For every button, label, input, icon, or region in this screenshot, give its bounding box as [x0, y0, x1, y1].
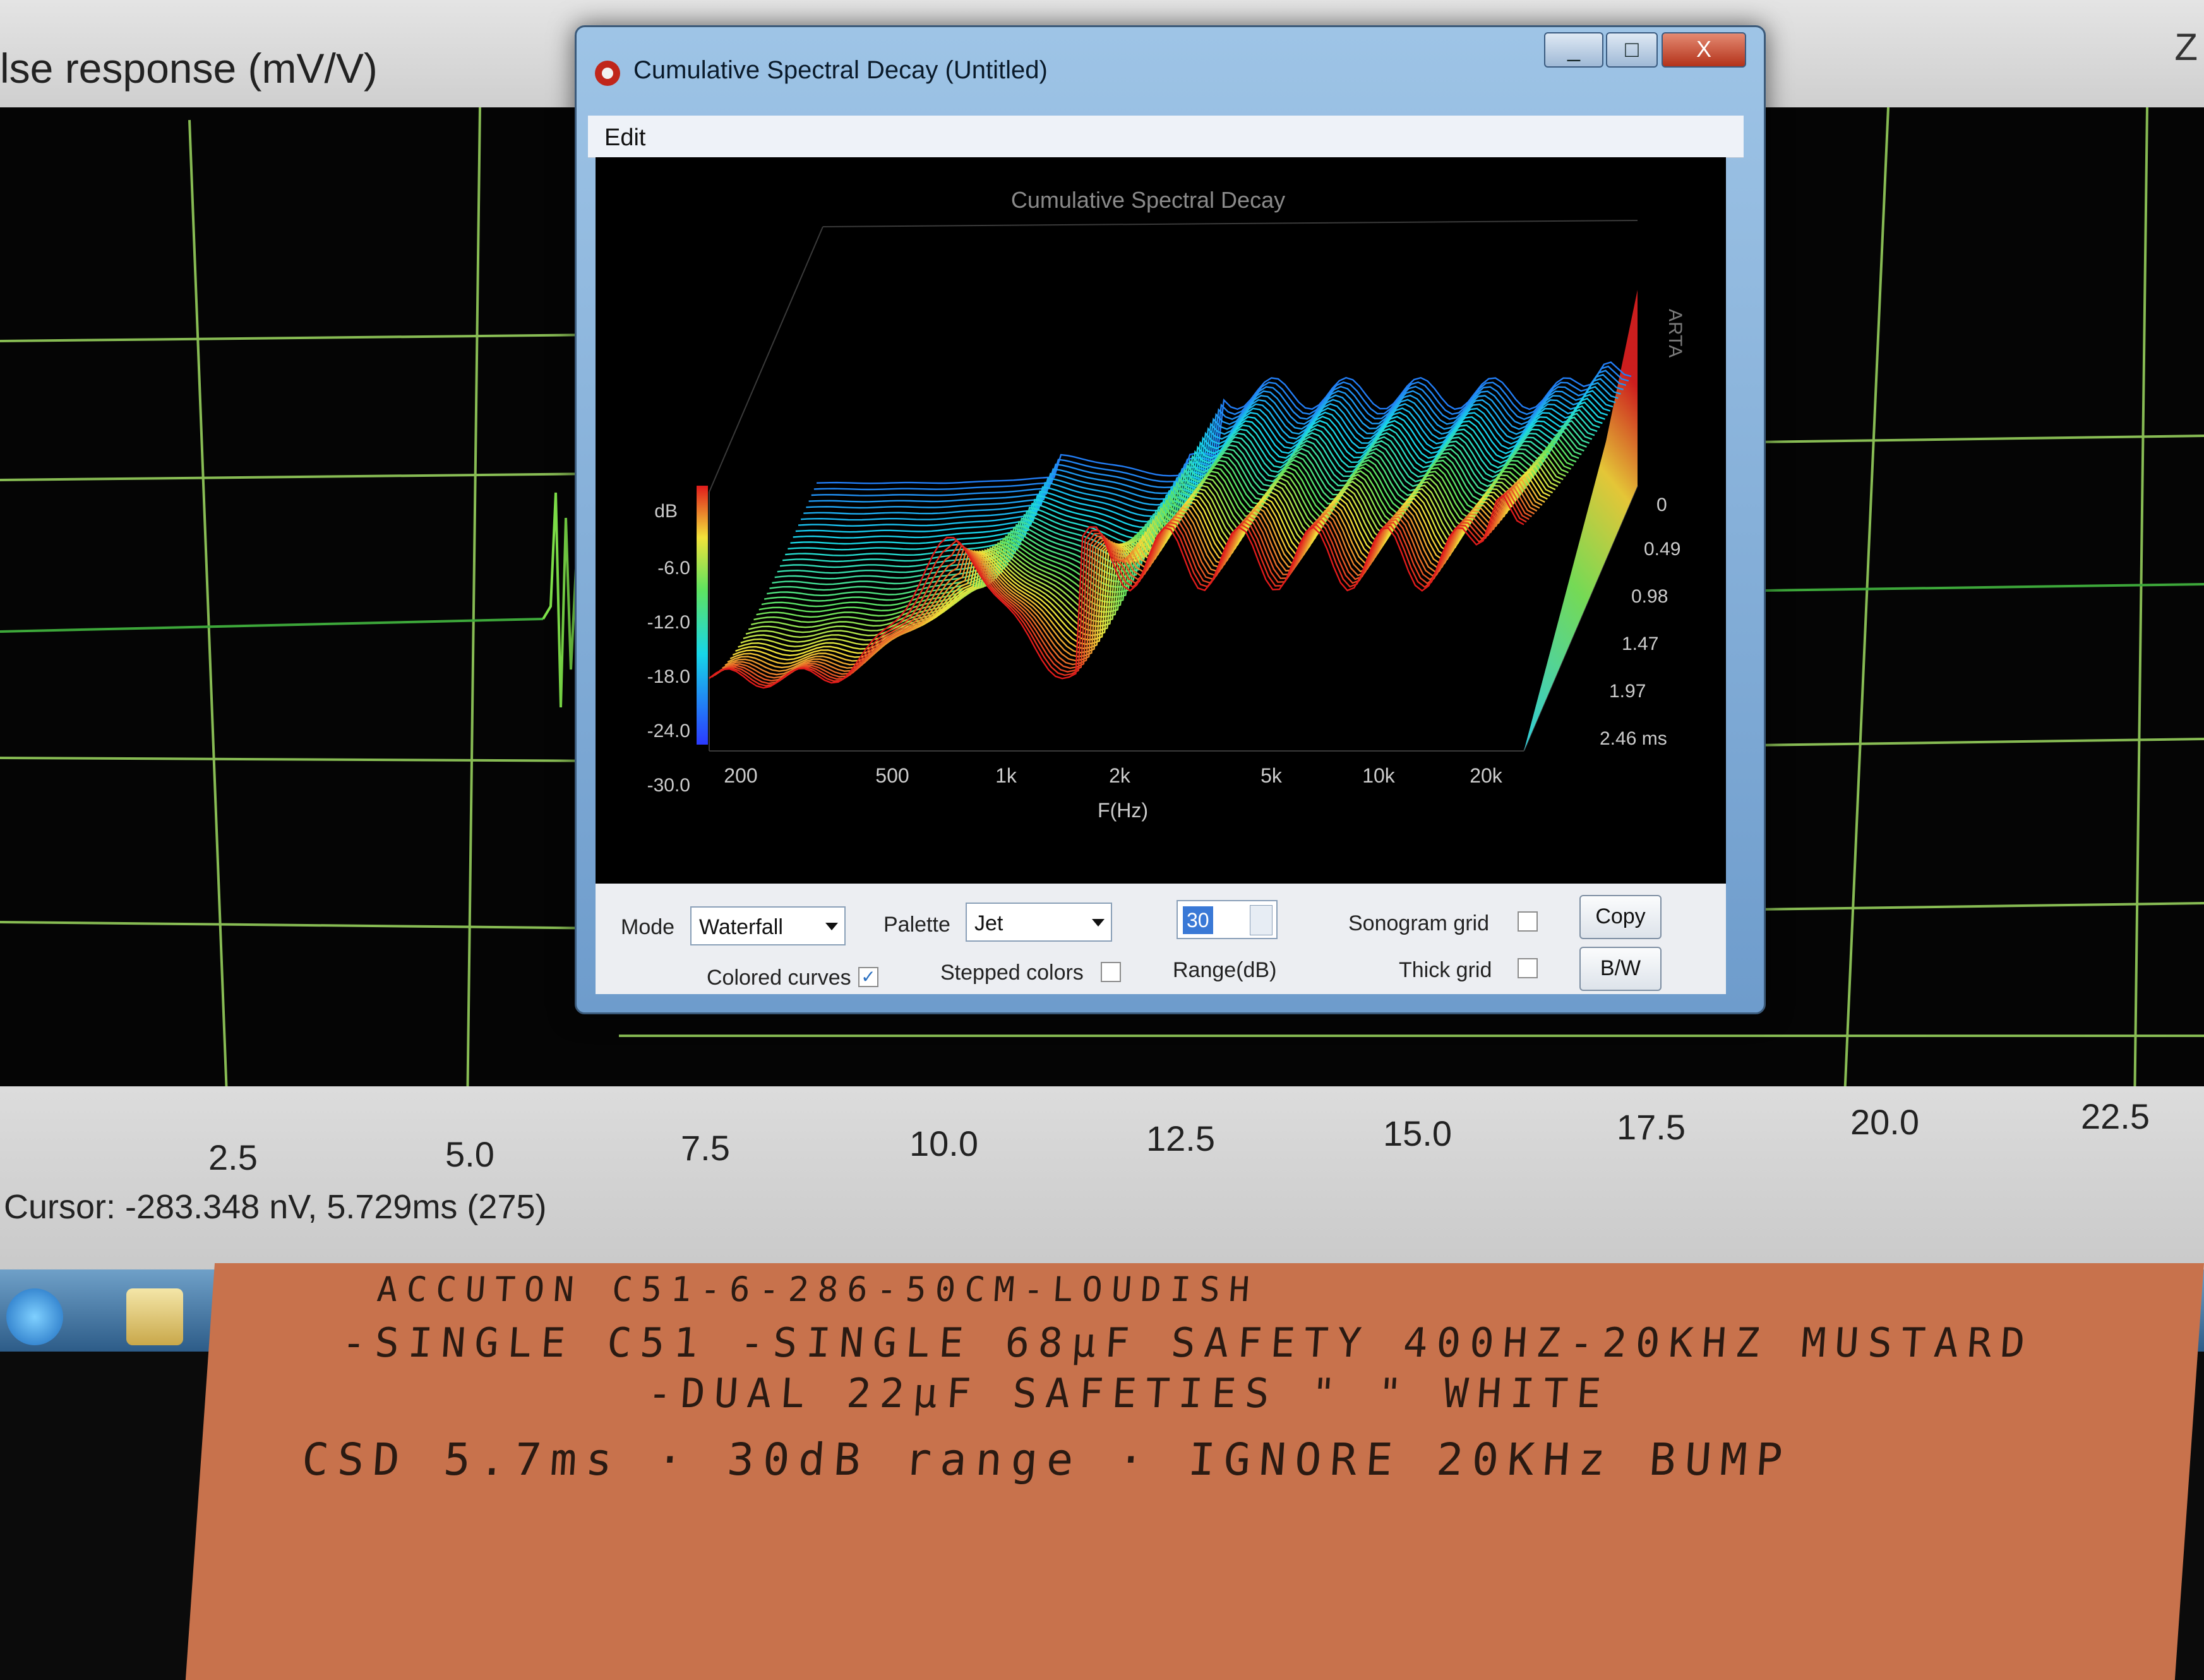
x-tick: 7.5 — [681, 1128, 730, 1168]
x-tick: 2.5 — [208, 1137, 258, 1177]
thick-grid-label: Thick grid — [1399, 958, 1492, 982]
time-tick: 1.47 — [1622, 633, 1658, 654]
x-tick: 15.0 — [1383, 1113, 1452, 1153]
menu-edit[interactable]: Edit — [604, 124, 645, 152]
palette-value: Jet — [974, 911, 1003, 935]
db-axis-label: dB — [654, 501, 678, 522]
note-line: -SINGLE C51 -SINGLE 68µF SAFETY 400HZ-20… — [340, 1320, 2035, 1367]
time-tick: 0.98 — [1631, 586, 1668, 607]
time-tick: 0 — [1656, 495, 1667, 515]
range-value: 30 — [1183, 906, 1213, 934]
palette-label: Palette — [883, 913, 950, 937]
thick-grid-checkbox[interactable] — [1518, 958, 1538, 978]
waterfall-slice — [782, 412, 1598, 563]
x-tick: 17.5 — [1617, 1107, 1686, 1147]
menu-bar: Edit — [588, 116, 1744, 158]
waterfall-slice — [801, 386, 1616, 521]
db-tick: -30.0 — [647, 775, 690, 796]
app-icon — [595, 61, 620, 86]
sonogram-grid-checkbox[interactable] — [1518, 911, 1538, 932]
db-tick: -24.0 — [647, 721, 690, 741]
csd-waterfall-chart: Cumulative Spectral Decay ARTA dB -6.0 -1… — [647, 187, 1686, 822]
freq-tick: 500 — [875, 764, 909, 787]
colored-curves-checkbox[interactable]: ✓ — [858, 967, 878, 987]
ie-icon[interactable] — [6, 1288, 63, 1345]
bw-button[interactable]: B/W — [1579, 947, 1662, 991]
folder-icon[interactable] — [126, 1288, 183, 1345]
stepped-colors-checkbox[interactable] — [1101, 962, 1121, 982]
csd-window[interactable]: Cumulative Spectral Decay (Untitled) _ □… — [575, 25, 1766, 1014]
x-tick: 20.0 — [1850, 1102, 1919, 1142]
freq-tick: 10k — [1362, 764, 1396, 787]
freq-tick: 200 — [724, 764, 757, 787]
mode-select[interactable]: Waterfall — [690, 906, 846, 945]
chevron-down-icon — [1092, 919, 1105, 927]
window-title: Cumulative Spectral Decay (Untitled) — [633, 56, 1048, 84]
cursor-readout: Cursor: -283.348 nV, 5.729ms (275) — [4, 1188, 547, 1226]
x-tick: 12.5 — [1146, 1119, 1215, 1158]
note-line: CSD 5.7ms · 30dB range · IGNORE 20KHz BU… — [300, 1434, 1794, 1485]
close-button[interactable]: X — [1662, 32, 1746, 68]
sonogram-grid-label: Sonogram grid — [1348, 911, 1490, 935]
db-tick: -6.0 — [657, 558, 690, 579]
handwritten-note: ACCUTON C51-6-286-50CM-LOUDISH -SINGLE C… — [185, 1263, 2204, 1680]
spinner-arrows-icon[interactable] — [1250, 905, 1273, 935]
time-tick: 1.97 — [1609, 681, 1646, 702]
x-axis-label: F(Hz) — [1098, 799, 1148, 822]
csd-plot-panel: Cumulative Spectral Decay ARTA dB -6.0 -1… — [596, 157, 1726, 884]
note-line: ACCUTON C51-6-286-50CM-LOUDISH — [375, 1269, 1260, 1309]
colored-curves-label: Colored curves — [707, 966, 851, 990]
time-tick: 0.49 — [1644, 539, 1680, 560]
chevron-down-icon — [825, 923, 838, 930]
range-spinner[interactable]: 30 — [1177, 900, 1278, 939]
stepped-colors-label: Stepped colors — [940, 961, 1084, 985]
arta-watermark: ARTA — [1665, 309, 1686, 357]
minimize-button[interactable]: _ — [1544, 32, 1603, 68]
range-label: Range(dB) — [1173, 958, 1277, 982]
copy-button[interactable]: Copy — [1579, 895, 1662, 939]
freq-tick: 2k — [1109, 764, 1131, 787]
x-tick: 5.0 — [445, 1134, 494, 1174]
db-tick: -18.0 — [647, 666, 690, 687]
control-panel: Mode Waterfall Palette Jet 30 Range(dB) … — [596, 884, 1726, 994]
freq-tick: 1k — [995, 764, 1017, 787]
mode-label: Mode — [621, 915, 675, 939]
x-tick: 22.5 — [2081, 1096, 2150, 1136]
mode-value: Waterfall — [699, 915, 783, 939]
palette-select[interactable]: Jet — [966, 903, 1112, 942]
note-line: -DUAL 22µF SAFETIES " " WHITE — [645, 1371, 1612, 1417]
db-tick: -12.0 — [647, 612, 690, 633]
chart-title: Cumulative Spectral Decay — [1011, 187, 1285, 213]
maximize-button[interactable]: □ — [1606, 32, 1658, 68]
freq-tick: 5k — [1261, 764, 1283, 787]
freq-tick: 20k — [1470, 764, 1503, 787]
x-tick: 10.0 — [909, 1124, 978, 1163]
time-tick: 2.46 ms — [1600, 728, 1667, 749]
